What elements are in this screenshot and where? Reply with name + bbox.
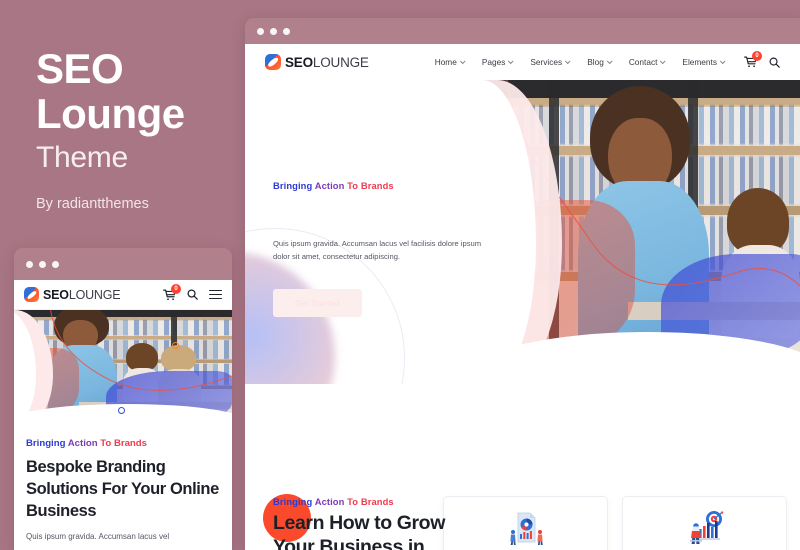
window-dot-minimize[interactable] [39,260,46,268]
small-browser-window: SEOLOUNGE 0 Bringing Action To Brands Be… [14,248,232,550]
eyebrow-part-2: Action [65,438,101,449]
small-hero-paragraph: Quis ipsum gravida. Accumsan lacus vel [26,532,170,541]
eyebrow-part-1: Bringing [273,180,313,191]
eyebrow-part-3: To Brands [100,438,147,449]
big-hero-section: Bringing Action To Brands Quis ipsum gra… [245,80,800,420]
chevron-down-icon [508,58,514,65]
menu-item-label: Pages [481,57,506,67]
promo-subtitle: Theme [36,141,128,174]
window-dot-close[interactable] [26,260,33,268]
menu-item-label: Home [434,57,457,67]
small-hero-eyebrow: Bringing Action To Brands [26,438,220,449]
small-hero-heading: Bespoke Branding Solutions For Your Onli… [26,458,219,520]
hamburger-menu-icon[interactable] [209,289,222,300]
section2-copy: Bringing Action To Brands Learn How to G… [273,496,453,550]
eyebrow-part-1: Bringing [273,496,313,507]
promo-byline: By radiantthemes [36,196,149,212]
site-logo[interactable]: SEOLOUNGE [24,287,121,302]
eyebrow-part-2: Action [312,180,348,191]
creative-content-chart-document-icon [454,509,597,549]
hero-eyebrow: Bringing Action To Brands [273,180,488,191]
competitor-analysis-target-chart-icon [633,509,776,549]
menu-item-label: Contact [628,57,658,67]
small-window-titlebar [14,248,232,280]
big-browser-window: SEOLOUNGE Home Pages Services Blog Conta… [245,18,800,550]
small-hero-copy: Bringing Action To Brands Bespoke Brandi… [14,428,232,543]
big-window-titlebar [245,18,800,44]
decorative-orange-ring [172,342,179,349]
menu-item-label: Blog [587,57,604,67]
shopping-cart-icon[interactable]: 0 [744,51,762,68]
small-window-body: SEOLOUNGE 0 Bringing Action To Brands Be… [14,280,232,550]
big-section-two: Bringing Action To Brands Learn How to G… [245,384,800,550]
site-logo-text: SEOLOUNGE [43,287,121,302]
section2-heading: Learn How to Grow Your Business in Days [273,512,445,550]
window-dot-minimize[interactable] [270,27,277,35]
get-started-button[interactable]: Get Started [273,289,362,317]
section2-eyebrow: Bringing Action To Brands [273,496,453,507]
decorative-circle-ring [118,407,125,414]
feature-card-creative-content[interactable]: Creative Content Quis ipsum gravida. Acc… [443,496,608,550]
feature-card-competitor-analysis[interactable]: Competitor Analysis Quis ipsum gravida. … [622,496,787,550]
window-dot-close[interactable] [257,27,264,35]
search-icon[interactable] [187,289,198,300]
navbar-icons: 0 [744,51,780,68]
cart-badge: 0 [171,283,181,294]
eyebrow-part-3: To Brands [347,496,394,507]
feature-cards: Creative Content Quis ipsum gravida. Acc… [443,496,787,550]
window-dot-maximize[interactable] [283,27,290,35]
shopping-cart-icon[interactable]: 0 [163,283,181,301]
hero-copy: Bringing Action To Brands Quis ipsum gra… [273,180,488,317]
eyebrow-part-2: Action [312,496,348,507]
chevron-down-icon [459,58,466,65]
eyebrow-part-1: Bringing [26,438,66,449]
menu-item-label: Elements [682,57,717,67]
search-icon[interactable] [769,57,780,68]
small-hero-photo [14,310,232,428]
menu-item-blog[interactable]: Blog [587,57,613,67]
chevron-down-icon [606,58,613,65]
promo-title: SEO Lounge [36,46,236,136]
promo-block: SEO Lounge Theme By radiantthemes [36,46,236,212]
chevron-down-icon [719,58,726,65]
window-dot-maximize[interactable] [52,260,59,268]
menu-item-pages[interactable]: Pages [481,57,514,67]
eyebrow-part-3: To Brands [347,180,394,191]
chevron-down-icon [565,58,571,65]
hero-photo [470,80,800,380]
big-window-body: SEOLOUNGE Home Pages Services Blog Conta… [245,44,800,550]
site-logo-text: SEOLOUNGE [285,54,369,70]
menu-item-label: Services [530,57,563,67]
big-site-navbar: SEOLOUNGE Home Pages Services Blog Conta… [245,44,800,80]
cart-badge: 0 [752,51,762,61]
promo-title-line2: Lounge [36,90,185,137]
seo-lounge-logo-icon [265,54,281,70]
chevron-down-icon [660,58,666,65]
small-site-navbar: SEOLOUNGE 0 [14,280,232,310]
main-menu: Home Pages Services Blog Contact Element… [434,57,726,67]
hero-paragraph: Quis ipsum gravida. Accumsan lacus vel f… [273,239,482,261]
small-navbar-icons: 0 [163,283,222,301]
promo-title-line1: SEO [36,45,124,92]
menu-item-contact[interactable]: Contact [628,57,666,67]
menu-item-services[interactable]: Services [530,57,571,67]
menu-item-home[interactable]: Home [434,57,466,67]
site-logo[interactable]: SEOLOUNGE [265,54,369,70]
menu-item-elements[interactable]: Elements [682,57,726,67]
seo-lounge-logo-icon [24,287,39,302]
